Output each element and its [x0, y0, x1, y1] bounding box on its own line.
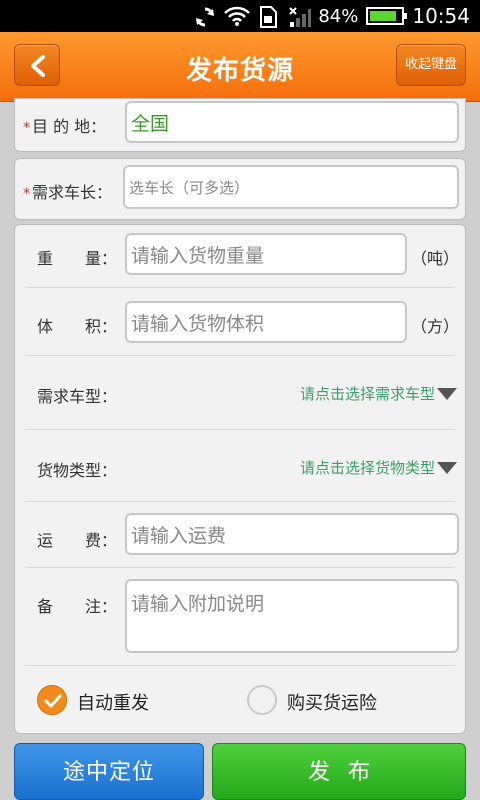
volume-label: 体 积：	[37, 317, 118, 336]
battery-icon	[366, 7, 408, 25]
divider	[25, 355, 455, 356]
destination-label: * 目 的 地：	[23, 117, 107, 136]
divider	[25, 567, 455, 568]
status-bar: 84% 10:54	[0, 0, 480, 32]
divider	[25, 501, 455, 502]
volume-input[interactable]: 请输入货物体积	[125, 301, 407, 343]
publish-button[interactable]: 发布	[212, 743, 466, 800]
dropdown-triangle-icon	[437, 387, 457, 400]
divider	[25, 429, 455, 430]
signal-icon	[288, 6, 312, 27]
hide-keyboard-button[interactable]: 收起键盘	[396, 44, 466, 86]
locate-en-route-button[interactable]: 途中定位	[14, 743, 204, 800]
remark-label: 备 注：	[37, 597, 118, 616]
auto-repost-label[interactable]: 自动重发	[77, 689, 149, 715]
volume-unit: （方）	[411, 317, 460, 336]
freight-input[interactable]: 请输入运费	[125, 513, 459, 555]
truck-length-field[interactable]: 选车长（可多选）	[123, 165, 459, 209]
truck-length-label: * 需求车长：	[23, 183, 113, 202]
auto-repost-checkbox[interactable]	[37, 685, 67, 715]
clock: 10:54	[412, 4, 470, 28]
truck-length-card: * 需求车长： 选车长（可多选）	[14, 158, 466, 220]
weight-label: 重 量：	[37, 249, 118, 268]
dropdown-triangle-icon	[437, 461, 457, 474]
destination-card: * 目 的 地： 全国	[14, 98, 466, 152]
app-header: 发布货源 收起键盘	[0, 32, 480, 102]
destination-field[interactable]: 全国	[125, 101, 459, 143]
cargo-details-card: 重 量： 请输入货物重量 （吨） 体 积： 请输入货物体积 （方） 需求车型： …	[14, 224, 466, 734]
checkmark-icon	[44, 694, 62, 708]
battery-percent: 84%	[318, 5, 359, 27]
cargo-type-selector[interactable]: 请点击选择货物类型	[300, 457, 457, 478]
truck-type-label: 需求车型：	[37, 387, 118, 406]
divider	[25, 665, 455, 666]
buy-insurance-label[interactable]: 购买货运险	[287, 689, 377, 715]
required-mark: *	[23, 186, 30, 202]
cargo-type-selector-text: 请点击选择货物类型	[299, 459, 435, 477]
sync-icon	[194, 6, 216, 27]
truck-type-selector-text: 请点击选择需求车型	[299, 385, 435, 403]
weight-input[interactable]: 请输入货物重量	[125, 233, 407, 275]
sim-icon	[258, 6, 280, 28]
remark-textarea[interactable]: 请输入附加说明	[125, 579, 459, 653]
required-mark: *	[23, 120, 30, 136]
battery-fill	[370, 11, 396, 21]
buy-insurance-checkbox[interactable]	[247, 685, 277, 715]
wifi-icon	[224, 6, 251, 26]
divider	[25, 287, 455, 288]
weight-unit: （吨）	[411, 249, 460, 268]
cargo-type-label: 货物类型：	[37, 461, 118, 480]
freight-label: 运 费：	[37, 531, 118, 550]
truck-type-selector[interactable]: 请点击选择需求车型	[300, 383, 457, 404]
status-icons: 84% 10:54	[194, 0, 470, 32]
